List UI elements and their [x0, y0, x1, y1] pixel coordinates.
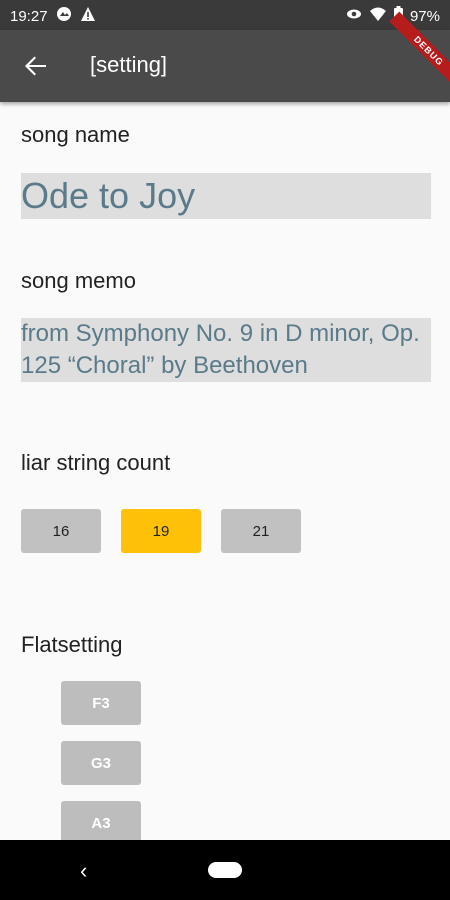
song-memo-field[interactable]: from Symphony No. 9 in D minor, Op. 125 …	[21, 318, 431, 382]
warning-icon	[80, 6, 96, 26]
battery-percent: 97%	[409, 7, 440, 25]
nav-home-icon[interactable]	[208, 862, 242, 878]
string-count-16-button[interactable]: 16	[21, 509, 101, 553]
flat-note-g3-button[interactable]: G3	[61, 741, 141, 785]
flat-note-a3-button[interactable]: A3	[61, 801, 141, 845]
wifi-icon	[369, 6, 387, 26]
back-arrow-icon[interactable]	[22, 52, 50, 80]
song-name-label: song name	[21, 122, 130, 147]
string-count-21-button[interactable]: 21	[221, 509, 301, 553]
flat-note-f3-button[interactable]: F3	[61, 681, 141, 725]
page-title: [setting]	[90, 52, 168, 77]
nav-back-icon[interactable]: ‹	[80, 858, 87, 884]
status-left: 19:27	[10, 6, 96, 26]
status-bar: 19:27 97%	[0, 0, 450, 30]
app-bar: [setting] DEBUG	[0, 11, 450, 102]
navigation-bar: ‹	[0, 840, 450, 900]
gallery-icon	[56, 6, 72, 26]
string-count-label: liar string count	[21, 450, 171, 475]
song-name-field[interactable]: Ode to Joy	[21, 173, 431, 219]
status-time: 19:27	[10, 7, 48, 25]
eye-icon	[346, 6, 362, 26]
string-count-19-button[interactable]: 19	[121, 509, 201, 553]
flat-setting-label: Flatsetting	[21, 632, 123, 657]
song-memo-label: song memo	[21, 268, 136, 293]
